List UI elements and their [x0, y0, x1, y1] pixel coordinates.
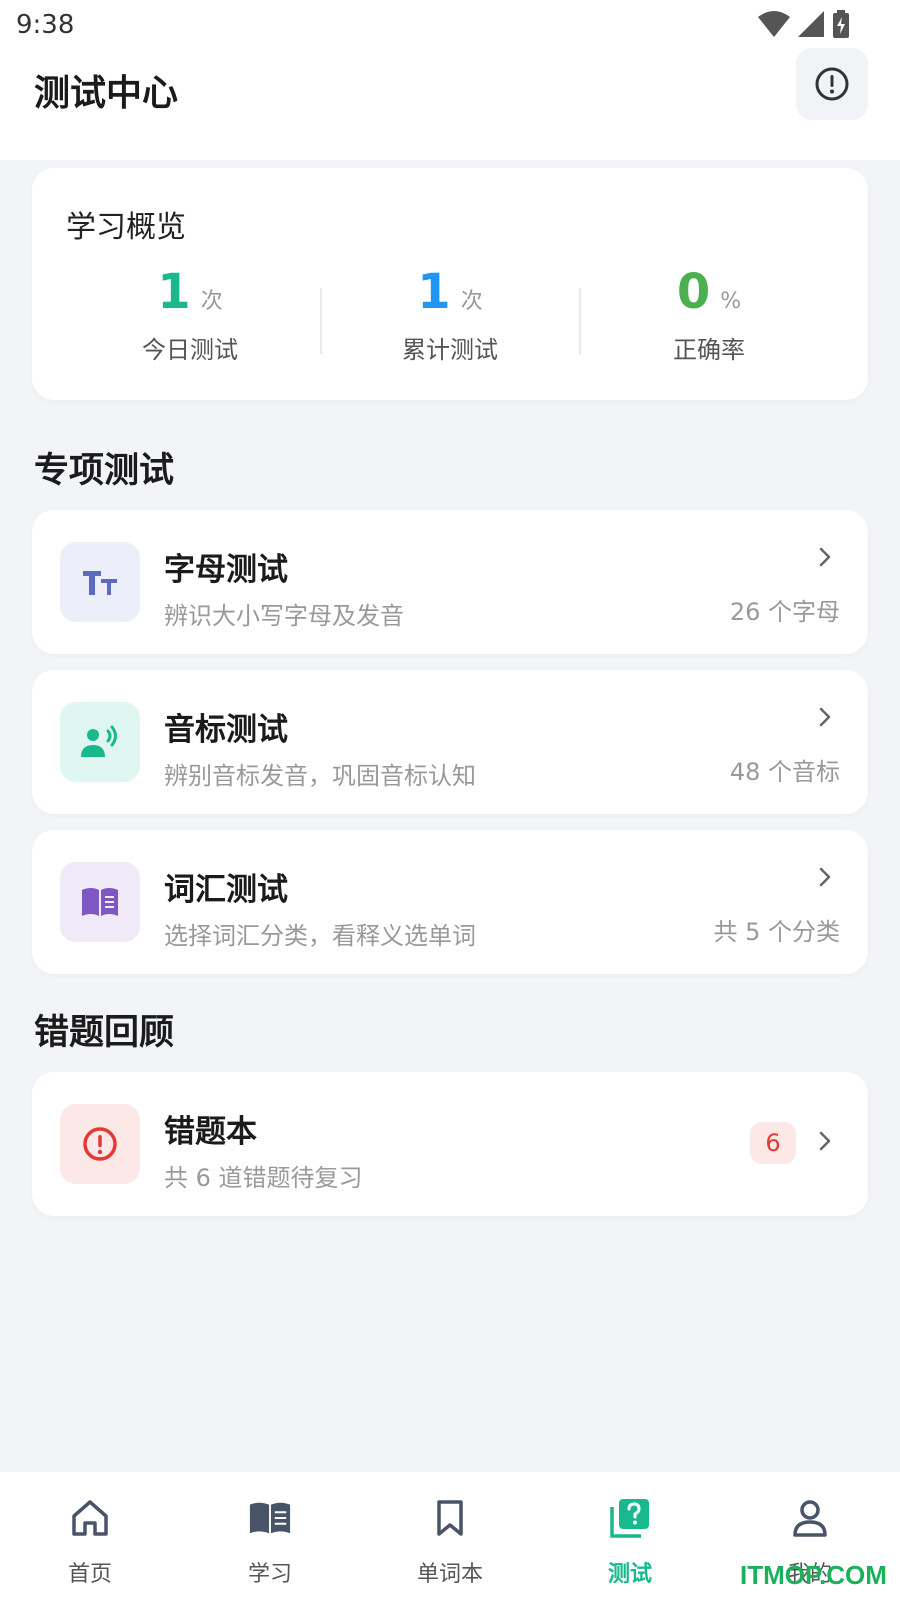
- battery-icon: [833, 10, 849, 38]
- stat-value: 1: [157, 264, 191, 320]
- item-meta: 48 个音标: [729, 758, 840, 786]
- stat-value: 1: [417, 264, 451, 320]
- nav-label: 单词本: [416, 1562, 483, 1587]
- nav-label: 测试: [607, 1562, 652, 1587]
- stat-unit: 次: [200, 289, 223, 314]
- stat-value: 0: [676, 264, 711, 320]
- item-subtitle: 选择词汇分类，看释义选单词: [164, 922, 476, 950]
- nav-item-study[interactable]: 学习: [180, 1472, 360, 1600]
- info-alert-icon: [815, 67, 849, 101]
- bookmark-icon: [437, 1500, 463, 1536]
- stat-label: 正确率: [673, 336, 745, 364]
- letter-test-card[interactable]: 字母测试 辨识大小写字母及发音 26 个字母: [32, 510, 868, 654]
- wrong-book-card[interactable]: 错题本 共 6 道错题待复习 6: [32, 1072, 868, 1216]
- item-title: 字母测试: [164, 552, 288, 588]
- stat-unit: %: [720, 289, 742, 314]
- overview-title: 学习概览: [66, 210, 186, 245]
- status-time: 9:38: [16, 10, 75, 40]
- stat-label: 累计测试: [402, 336, 498, 364]
- stat-unit: 次: [460, 289, 483, 314]
- nav-label: 学习: [247, 1562, 292, 1587]
- chevron-right-icon: [819, 867, 831, 887]
- item-subtitle: 辨别音标发音，巩固音标认知: [164, 762, 476, 790]
- item-title: 词汇测试: [164, 872, 288, 908]
- alert-circle-icon: [83, 1127, 117, 1161]
- stat-accuracy: 0 % 正确率: [579, 264, 839, 365]
- vocabulary-test-card[interactable]: 词汇测试 选择词汇分类，看释义选单词 共 5 个分类: [32, 830, 868, 974]
- chevron-right-icon: [819, 547, 831, 567]
- watermark-text: ITMOP.COM: [740, 1560, 887, 1590]
- nav-item-home[interactable]: 首页: [0, 1472, 180, 1600]
- status-bar: 9:38: [0, 0, 900, 48]
- letter-icon-box: [60, 542, 140, 622]
- item-subtitle: 辨识大小写字母及发音: [164, 602, 404, 630]
- chevron-right-icon: [819, 707, 831, 727]
- item-title: 音标测试: [164, 712, 288, 748]
- phonetic-test-card[interactable]: 音标测试 辨别音标发音，巩固音标认知 48 个音标: [32, 670, 868, 814]
- person-icon: [793, 1500, 827, 1537]
- signal-icon: [798, 11, 824, 37]
- book-icon: [249, 1502, 291, 1534]
- header-area: 9:38 测试中心: [0, 0, 900, 160]
- page-title: 测试中心: [34, 73, 179, 114]
- item-title: 错题本: [164, 1114, 257, 1150]
- item-subtitle: 共 6 道错题待复习: [164, 1164, 363, 1192]
- text-size-icon: [83, 571, 117, 595]
- open-book-icon: [82, 888, 118, 916]
- nav-label: 首页: [67, 1562, 112, 1587]
- nav-item-test[interactable]: 测试: [540, 1472, 720, 1600]
- info-button[interactable]: [796, 48, 868, 120]
- stat-today: 1 次 今日测试: [60, 264, 320, 365]
- quiz-icon: [610, 1499, 649, 1538]
- stat-total: 1 次 累计测试: [320, 264, 580, 365]
- speaker-person-icon: [81, 725, 117, 757]
- home-icon: [72, 1500, 108, 1536]
- section-title-special: 专项测试: [34, 451, 175, 491]
- nav-item-wordbook[interactable]: 单词本: [360, 1472, 540, 1600]
- wrong-count-badge: 6: [750, 1122, 796, 1164]
- wrong-book-icon-box: [60, 1104, 140, 1184]
- wifi-icon: [758, 11, 790, 37]
- phonetic-icon-box: [60, 702, 140, 782]
- stat-label: 今日测试: [142, 336, 238, 364]
- item-meta: 共 5 个分类: [713, 918, 840, 946]
- chevron-right-icon: [819, 1131, 831, 1151]
- item-meta: 26 个字母: [729, 598, 840, 626]
- vocabulary-icon-box: [60, 862, 140, 942]
- section-title-review: 错题回顾: [34, 1013, 175, 1053]
- overview-card: 学习概览 1 次 今日测试 1 次 累计测试 0 % 正确率: [32, 168, 868, 400]
